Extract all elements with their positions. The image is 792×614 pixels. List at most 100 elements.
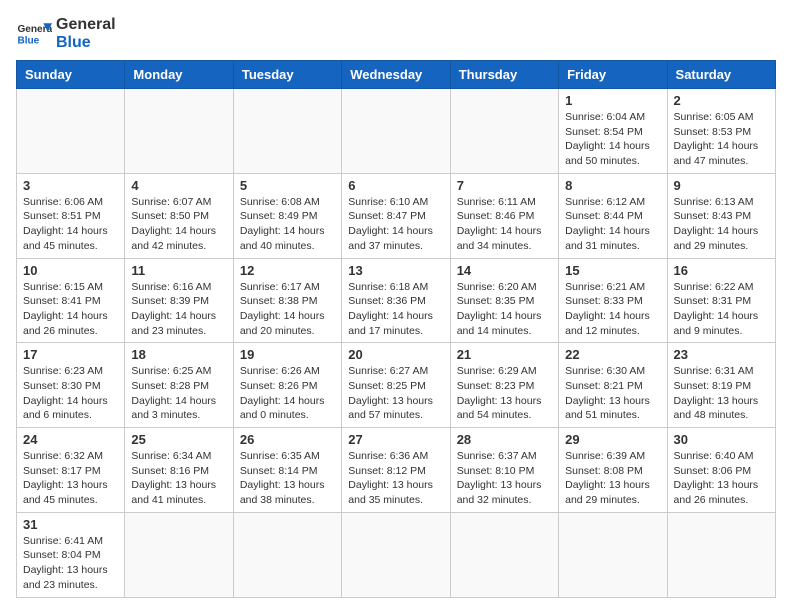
column-header-thursday: Thursday (450, 61, 558, 89)
calendar-cell (233, 89, 341, 174)
svg-text:Blue: Blue (17, 35, 39, 46)
calendar-cell: 7Sunrise: 6:11 AMSunset: 8:46 PMDaylight… (450, 173, 558, 258)
calendar-cell: 18Sunrise: 6:25 AMSunset: 8:28 PMDayligh… (125, 343, 233, 428)
day-number: 14 (457, 263, 552, 278)
calendar-cell: 1Sunrise: 6:04 AMSunset: 8:54 PMDaylight… (559, 89, 667, 174)
day-number: 27 (348, 432, 443, 447)
calendar-cell: 31Sunrise: 6:41 AMSunset: 8:04 PMDayligh… (17, 512, 125, 597)
calendar-cell (667, 512, 775, 597)
day-number: 29 (565, 432, 660, 447)
day-info: Sunrise: 6:21 AMSunset: 8:33 PMDaylight:… (565, 280, 660, 339)
day-info: Sunrise: 6:22 AMSunset: 8:31 PMDaylight:… (674, 280, 769, 339)
day-number: 16 (674, 263, 769, 278)
day-number: 25 (131, 432, 226, 447)
day-info: Sunrise: 6:17 AMSunset: 8:38 PMDaylight:… (240, 280, 335, 339)
day-number: 5 (240, 178, 335, 193)
day-number: 9 (674, 178, 769, 193)
day-info: Sunrise: 6:39 AMSunset: 8:08 PMDaylight:… (565, 449, 660, 508)
day-info: Sunrise: 6:27 AMSunset: 8:25 PMDaylight:… (348, 364, 443, 423)
calendar-cell: 12 Sunrise: 6:17 AMSunset: 8:38 PMDayligh… (233, 258, 341, 343)
week-row-2: 3 Sunrise: 6:06 AMSunset: 8:51 PMDaylight… (17, 173, 776, 258)
logo: General Blue General Blue (16, 16, 116, 52)
day-number: 1 (565, 93, 660, 108)
week-row-3: 10 Sunrise: 6:15 AMSunset: 8:41 PMDayligh… (17, 258, 776, 343)
calendar-cell: 27 Sunrise: 6:36 AMSunset: 8:12 PMDayligh… (342, 428, 450, 513)
calendar-cell: 23Sunrise: 6:31 AMSunset: 8:19 PMDayligh… (667, 343, 775, 428)
day-number: 15 (565, 263, 660, 278)
calendar-cell (450, 89, 558, 174)
column-header-tuesday: Tuesday (233, 61, 341, 89)
calendar-cell: 5 Sunrise: 6:08 AMSunset: 8:49 PMDaylight… (233, 173, 341, 258)
day-number: 8 (565, 178, 660, 193)
calendar-cell (233, 512, 341, 597)
day-number: 31 (23, 517, 118, 532)
day-number: 3 (23, 178, 118, 193)
calendar-cell: 26 Sunrise: 6:35 AMSunset: 8:14 PMDayligh… (233, 428, 341, 513)
day-number: 12 (240, 263, 335, 278)
calendar-cell: 13 Sunrise: 6:18 AMSunset: 8:36 PMDayligh… (342, 258, 450, 343)
day-info: Sunrise: 6:37 AMSunset: 8:10 PMDaylight:… (457, 449, 552, 508)
day-number: 21 (457, 347, 552, 362)
day-number: 10 (23, 263, 118, 278)
calendar-cell: 17Sunrise: 6:23 AMSunset: 8:30 PMDayligh… (17, 343, 125, 428)
calendar-cell: 30Sunrise: 6:40 AMSunset: 8:06 PMDayligh… (667, 428, 775, 513)
calendar-cell: 20 Sunrise: 6:27 AMSunset: 8:25 PMDayligh… (342, 343, 450, 428)
day-info: Sunrise: 6:31 AMSunset: 8:19 PMDaylight:… (674, 364, 769, 423)
day-info: Sunrise: 6:34 AMSunset: 8:16 PMDaylight:… (131, 449, 226, 508)
calendar-cell (125, 89, 233, 174)
day-info: Sunrise: 6:13 AMSunset: 8:43 PMDaylight:… (674, 195, 769, 254)
day-info: Sunrise: 6:18 AMSunset: 8:36 PMDaylight:… (348, 280, 443, 339)
logo-blue: Blue (56, 34, 116, 52)
day-info: Sunrise: 6:15 AMSunset: 8:41 PMDaylight:… (23, 280, 118, 339)
day-info: Sunrise: 6:35 AMSunset: 8:14 PMDaylight:… (240, 449, 335, 508)
day-number: 24 (23, 432, 118, 447)
day-number: 20 (348, 347, 443, 362)
calendar-cell (342, 512, 450, 597)
calendar-cell: 11Sunrise: 6:16 AMSunset: 8:39 PMDayligh… (125, 258, 233, 343)
day-number: 19 (240, 347, 335, 362)
day-info: Sunrise: 6:10 AMSunset: 8:47 PMDaylight:… (348, 195, 443, 254)
calendar-cell: 15 Sunrise: 6:21 AMSunset: 8:33 PMDayligh… (559, 258, 667, 343)
calendar-cell: 22 Sunrise: 6:30 AMSunset: 8:21 PMDayligh… (559, 343, 667, 428)
day-number: 22 (565, 347, 660, 362)
day-number: 17 (23, 347, 118, 362)
calendar-cell: 16 Sunrise: 6:22 AMSunset: 8:31 PMDayligh… (667, 258, 775, 343)
day-info: Sunrise: 6:29 AMSunset: 8:23 PMDaylight:… (457, 364, 552, 423)
week-row-4: 17Sunrise: 6:23 AMSunset: 8:30 PMDayligh… (17, 343, 776, 428)
day-info: Sunrise: 6:08 AMSunset: 8:49 PMDaylight:… (240, 195, 335, 254)
day-info: Sunrise: 6:30 AMSunset: 8:21 PMDaylight:… (565, 364, 660, 423)
day-number: 2 (674, 93, 769, 108)
day-number: 4 (131, 178, 226, 193)
calendar-cell: 3 Sunrise: 6:06 AMSunset: 8:51 PMDaylight… (17, 173, 125, 258)
week-row-1: 1Sunrise: 6:04 AMSunset: 8:54 PMDaylight… (17, 89, 776, 174)
calendar-header-row: SundayMondayTuesdayWednesdayThursdayFrid… (17, 61, 776, 89)
day-info: Sunrise: 6:26 AMSunset: 8:26 PMDaylight:… (240, 364, 335, 423)
day-number: 28 (457, 432, 552, 447)
calendar-cell: 14 Sunrise: 6:20 AMSunset: 8:35 PMDayligh… (450, 258, 558, 343)
calendar-cell: 4Sunrise: 6:07 AMSunset: 8:50 PMDaylight… (125, 173, 233, 258)
column-header-wednesday: Wednesday (342, 61, 450, 89)
calendar-cell: 29 Sunrise: 6:39 AMSunset: 8:08 PMDayligh… (559, 428, 667, 513)
day-info: Sunrise: 6:05 AMSunset: 8:53 PMDaylight:… (674, 110, 769, 169)
day-info: Sunrise: 6:36 AMSunset: 8:12 PMDaylight:… (348, 449, 443, 508)
day-info: Sunrise: 6:12 AMSunset: 8:44 PMDaylight:… (565, 195, 660, 254)
day-info: Sunrise: 6:40 AMSunset: 8:06 PMDaylight:… (674, 449, 769, 508)
logo-icon: General Blue (16, 16, 52, 52)
calendar-cell (342, 89, 450, 174)
day-info: Sunrise: 6:20 AMSunset: 8:35 PMDaylight:… (457, 280, 552, 339)
calendar-cell: 25 Sunrise: 6:34 AMSunset: 8:16 PMDayligh… (125, 428, 233, 513)
day-number: 7 (457, 178, 552, 193)
calendar-cell (450, 512, 558, 597)
day-number: 26 (240, 432, 335, 447)
day-number: 13 (348, 263, 443, 278)
calendar-cell: 21 Sunrise: 6:29 AMSunset: 8:23 PMDayligh… (450, 343, 558, 428)
calendar-cell (125, 512, 233, 597)
day-info: Sunrise: 6:16 AMSunset: 8:39 PMDaylight:… (131, 280, 226, 339)
day-info: Sunrise: 6:25 AMSunset: 8:28 PMDaylight:… (131, 364, 226, 423)
header: General Blue General Blue (16, 16, 776, 52)
calendar-cell: 6Sunrise: 6:10 AMSunset: 8:47 PMDaylight… (342, 173, 450, 258)
calendar-cell: 9 Sunrise: 6:13 AMSunset: 8:43 PMDaylight… (667, 173, 775, 258)
week-row-5: 24Sunrise: 6:32 AMSunset: 8:17 PMDayligh… (17, 428, 776, 513)
day-info: Sunrise: 6:06 AMSunset: 8:51 PMDaylight:… (23, 195, 118, 254)
calendar-cell: 24Sunrise: 6:32 AMSunset: 8:17 PMDayligh… (17, 428, 125, 513)
